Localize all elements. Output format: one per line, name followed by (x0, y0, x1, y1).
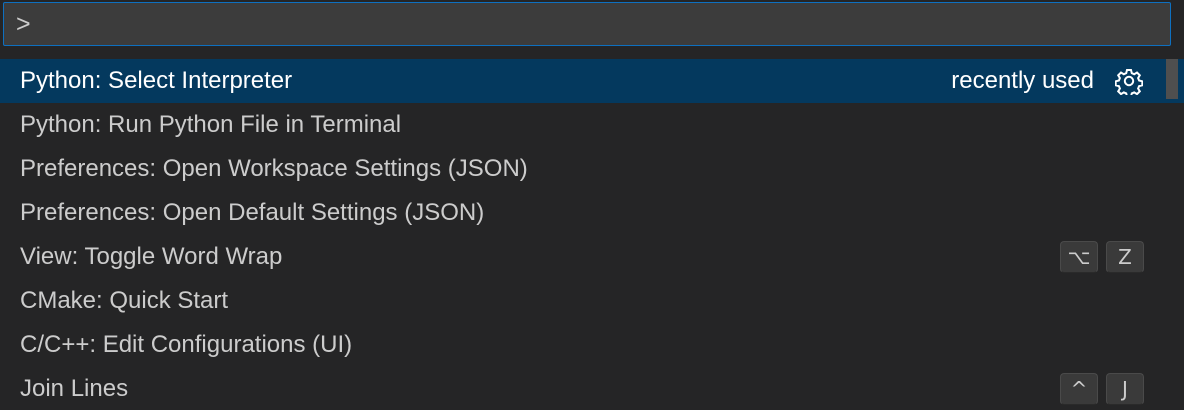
command-label: Python: Select Interpreter (20, 67, 293, 94)
list-item[interactable]: Join Lines ^ J (0, 367, 1184, 410)
gear-icon[interactable] (1114, 66, 1144, 96)
command-label: View: Toggle Word Wrap (20, 243, 283, 270)
key-control: ^ (1060, 373, 1098, 405)
command-label: C/C++: Edit Configurations (UI) (20, 331, 353, 358)
command-label: Python: Run Python File in Terminal (20, 111, 402, 138)
recently-used-label: recently used (951, 67, 1094, 94)
list-item[interactable]: CMake: Quick Start (0, 279, 1184, 323)
key-j: J (1106, 373, 1144, 405)
list-item[interactable]: Python: Select Interpreter recently used (0, 59, 1184, 103)
command-label: Preferences: Open Default Settings (JSON… (20, 199, 485, 226)
keybinding: ^ J (1060, 367, 1144, 410)
list-item[interactable]: Python: Run Python File in Terminal (0, 103, 1184, 147)
keybinding: ⌥ Z (1060, 235, 1144, 279)
command-label: Preferences: Open Workspace Settings (JS… (20, 155, 528, 182)
command-input-box[interactable] (3, 2, 1171, 46)
key-z: Z (1106, 241, 1144, 273)
command-label: Join Lines (20, 375, 129, 402)
list-item[interactable]: Preferences: Open Default Settings (JSON… (0, 191, 1184, 235)
command-palette: Python: Select Interpreter recently used… (0, 0, 1184, 410)
command-label: CMake: Quick Start (20, 287, 229, 314)
command-input[interactable] (16, 3, 1156, 45)
key-option: ⌥ (1060, 241, 1098, 273)
scrollbar-thumb[interactable] (1166, 59, 1178, 99)
command-detail: recently used (951, 59, 1144, 103)
command-list: Python: Select Interpreter recently used… (0, 59, 1184, 410)
list-item[interactable]: View: Toggle Word Wrap ⌥ Z (0, 235, 1184, 279)
list-item[interactable]: C/C++: Edit Configurations (UI) (0, 323, 1184, 367)
list-item[interactable]: Preferences: Open Workspace Settings (JS… (0, 147, 1184, 191)
